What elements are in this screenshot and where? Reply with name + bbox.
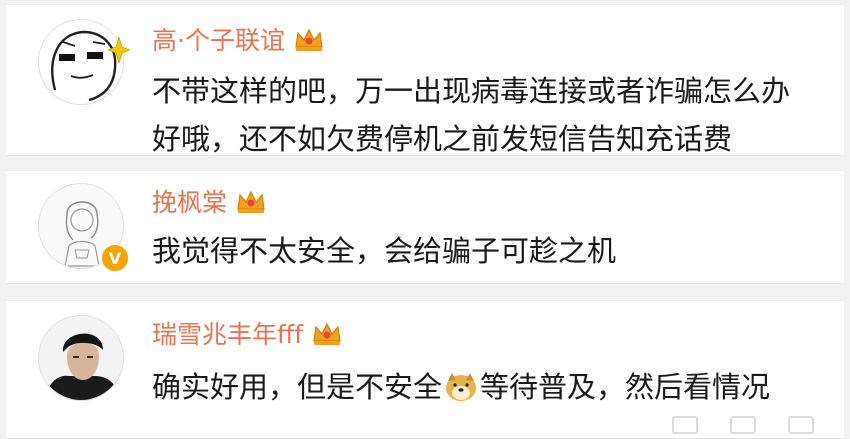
comment-line: 不带这样的吧，万一出现病毒连接或者诈骗怎么办 bbox=[152, 74, 791, 108]
verified-badge: V bbox=[100, 243, 130, 273]
comment-text-before: 确实好用，但是不安全 bbox=[152, 370, 443, 404]
username[interactable]: 高·个子联谊 bbox=[152, 21, 325, 57]
action-icon[interactable] bbox=[672, 416, 698, 434]
comment-text: 不带这样的吧，万一出现病毒连接或者诈骗怎么办 好哦，还不如欠费停机之前发短信告知… bbox=[152, 67, 842, 163]
crown-icon bbox=[295, 28, 323, 51]
doge-emoji-icon bbox=[446, 373, 477, 401]
sparkle-icon bbox=[108, 37, 130, 63]
comment-text-after: 等待普及，然后看情况 bbox=[480, 370, 771, 404]
verified-text: V bbox=[108, 248, 122, 268]
action-icon[interactable] bbox=[788, 416, 814, 434]
username-text[interactable]: 挽枫棠 bbox=[152, 183, 227, 219]
crown-icon bbox=[237, 190, 265, 213]
comment-card: 瑞雪兆丰年fff 确实好用，但是不安全 等待普及，然后看情况 bbox=[6, 300, 844, 439]
comment-card: 高·个子联谊 不带这样的吧，万一出现病毒连接或者诈骗怎么办 好哦，还不如欠费停机… bbox=[6, 4, 844, 156]
action-icon[interactable] bbox=[730, 416, 756, 434]
username-text[interactable]: 高·个子联谊 bbox=[152, 21, 285, 57]
user-avatar[interactable] bbox=[38, 315, 124, 401]
comment-line: 好哦，还不如欠费停机之前发短信告知充话费 bbox=[152, 122, 733, 156]
man-photo-icon bbox=[39, 316, 123, 400]
comment-line: 我觉得不太安全，会给骗子可趁之机 bbox=[152, 234, 617, 268]
comment-text: 确实好用，但是不安全 等待普及，然后看情况 bbox=[152, 363, 842, 411]
user-avatar[interactable] bbox=[38, 19, 130, 105]
username[interactable]: 挽枫棠 bbox=[152, 183, 267, 219]
username-text[interactable]: 瑞雪兆丰年fff bbox=[152, 315, 303, 351]
action-bar bbox=[672, 416, 814, 434]
crown-icon bbox=[313, 322, 341, 345]
comment-text: 我觉得不太安全，会给骗子可趁之机 bbox=[152, 227, 842, 275]
comment-card: V 挽枫棠 我觉得不太安全，会给骗子可趁之机 bbox=[6, 170, 844, 284]
user-avatar[interactable]: V bbox=[38, 183, 130, 273]
username[interactable]: 瑞雪兆丰年fff bbox=[152, 315, 343, 351]
